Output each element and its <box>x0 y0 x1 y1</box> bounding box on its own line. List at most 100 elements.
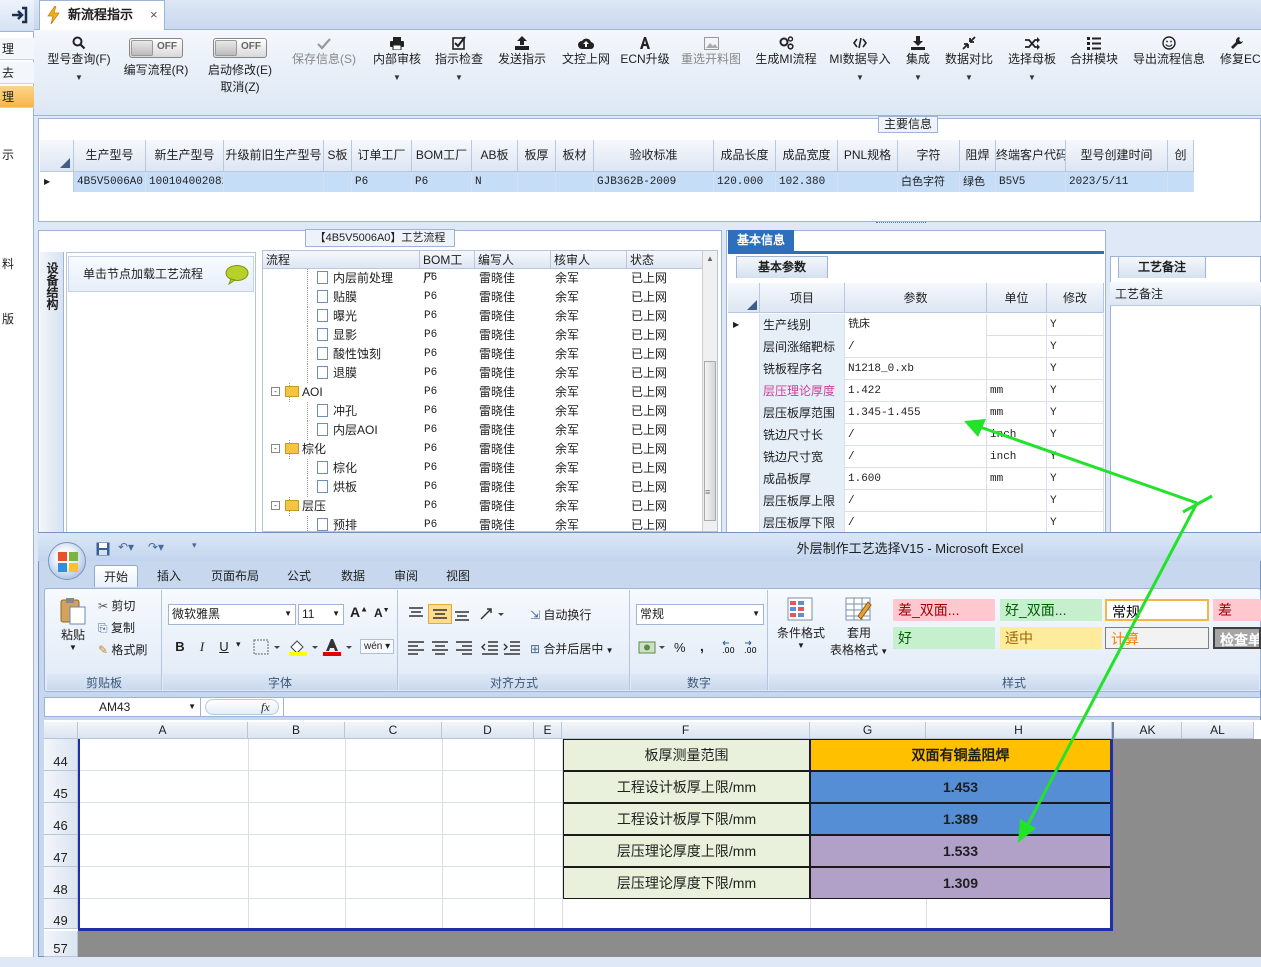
param-param[interactable]: 1.345-1.455 <box>845 402 987 424</box>
ribbon-tab[interactable]: 数据 <box>334 565 372 587</box>
param-row[interactable]: 成品板厚 1.600 mm Y <box>728 468 1104 490</box>
save-icon[interactable] <box>96 542 110 556</box>
param-row[interactable]: 铣板程序名 N1218_0.xb Y <box>728 358 1104 380</box>
cell-style-option[interactable]: 计算 <box>1105 627 1209 649</box>
phonetic-button[interactable]: wén ▾ <box>360 639 395 654</box>
quick-access-toolbar[interactable]: ↶▾ ↷▾ ▾ <box>96 540 206 558</box>
mi-import-button[interactable]: MI数据导入 ▼ <box>828 30 892 116</box>
process-node[interactable]: - AOI <box>271 383 323 402</box>
align-bottom-button[interactable] <box>452 606 472 622</box>
table-row-label[interactable]: 工程设计板厚上限/mm <box>563 771 810 803</box>
process-tree-row[interactable]: 酸性蚀刻 P6 雷晓佳 余军 已上网 <box>263 345 703 364</box>
param-row[interactable]: 层压理论厚度 1.422 mm Y <box>728 380 1104 402</box>
main-cell[interactable] <box>324 172 352 192</box>
column-header[interactable]: AL <box>1182 722 1254 739</box>
align-right-button[interactable] <box>454 640 474 656</box>
model-query-button[interactable]: 型号查询(F) ▼ <box>44 30 114 116</box>
main-cell[interactable]: 白色字符 <box>898 172 960 192</box>
bold-button[interactable]: B <box>170 639 190 654</box>
row-header[interactable]: 46 <box>44 803 78 835</box>
chevron-down-icon[interactable]: ▼ <box>1004 73 1060 82</box>
process-node[interactable]: 预排 <box>317 516 357 531</box>
main-cell[interactable]: 4B5V5006A0 <box>74 172 146 192</box>
process-tree-row[interactable]: 预排 P6 雷晓佳 余军 已上网 <box>263 516 703 531</box>
equipment-structure-tab[interactable]: 设备结构 <box>40 252 64 542</box>
increase-decimal-button[interactable]: .00 <box>722 640 740 656</box>
main-cell[interactable]: 2023/5/11 <box>1066 172 1168 192</box>
undo-icon[interactable]: ↶▾ <box>118 540 134 554</box>
table-header-value[interactable]: 双面有铜盖阻焊 <box>810 739 1111 771</box>
chevron-down-icon[interactable]: ▼ <box>900 73 936 82</box>
param-param[interactable]: / <box>845 490 987 512</box>
merge-module-button[interactable]: 合拼模块 <box>1068 30 1120 116</box>
font-name-select[interactable]: 微软雅黑 ▼ <box>168 604 296 625</box>
process-node[interactable]: 冲孔 <box>317 402 357 421</box>
cell-style-option[interactable]: 好 <box>893 627 995 649</box>
underline-button[interactable]: U <box>214 639 234 654</box>
redo-icon[interactable]: ↷▾ <box>148 540 164 554</box>
shrink-font-button[interactable]: A▼ <box>374 606 390 620</box>
main-col-header[interactable]: 板材 <box>556 140 594 172</box>
param-row[interactable]: 铣边尺寸长 / inch Y <box>728 424 1104 446</box>
row-header[interactable]: 49 <box>44 899 78 929</box>
left-nav-item-selected[interactable]: 理 <box>0 86 34 108</box>
main-cell[interactable] <box>224 172 324 192</box>
row-header[interactable]: 45 <box>44 771 78 803</box>
param-row[interactable]: 层间涨缩靶标 / Y <box>728 336 1104 358</box>
ribbon-tab[interactable]: 插入 <box>150 565 188 587</box>
main-cell[interactable] <box>556 172 594 192</box>
customize-qat-icon[interactable]: ▾ <box>192 540 197 551</box>
conditional-format-button[interactable]: 条件格式 ▼ <box>774 596 828 650</box>
collapse-icon[interactable]: - <box>271 387 280 396</box>
process-tree-row[interactable]: 冲孔 P6 雷晓佳 余军 已上网 <box>263 402 703 421</box>
param-row[interactable]: 层压板厚下限 / Y <box>728 512 1104 534</box>
column-header[interactable]: E <box>534 722 562 739</box>
currency-button[interactable] <box>638 640 666 656</box>
main-cell[interactable] <box>518 172 556 192</box>
column-header[interactable]: F <box>562 722 810 739</box>
process-node[interactable]: 显影 <box>317 326 357 345</box>
cell-style-option[interactable]: 常规 <box>1105 599 1209 621</box>
process-node[interactable]: 曝光 <box>317 307 357 326</box>
cell-style-option[interactable]: 适中 <box>1000 627 1102 649</box>
insert-function-button[interactable]: fx <box>261 698 270 716</box>
tab-basic-params[interactable]: 基本参数 <box>736 256 828 278</box>
param-param[interactable]: / <box>845 336 987 358</box>
main-cell[interactable]: GJB362B-2009 <box>594 172 714 192</box>
row-header[interactable]: 57 <box>44 931 78 957</box>
name-box[interactable]: AM43 ▼ <box>45 698 201 716</box>
param-param[interactable]: N1218_0.xb <box>845 358 987 380</box>
process-node[interactable]: 棕化 <box>317 459 357 478</box>
format-as-table-button[interactable]: 套用 表格格式 ▼ <box>830 596 888 658</box>
formula-input[interactable] <box>283 698 1261 716</box>
tab-new-process[interactable]: 新流程指示 × <box>39 0 165 30</box>
number-format-select[interactable]: 常规 ▼ <box>636 604 764 625</box>
main-cell[interactable] <box>1168 172 1194 192</box>
param-param[interactable]: 1.422 <box>845 380 987 402</box>
param-param[interactable]: 铣床 <box>845 314 987 336</box>
main-col-header[interactable]: 型号创建时间 <box>1066 140 1168 172</box>
param-param[interactable]: / <box>845 446 987 468</box>
format-painter-button[interactable]: ✎ 格式刷 <box>98 641 147 658</box>
ribbon-tab[interactable]: 视图 <box>440 565 476 587</box>
font-color-button[interactable] <box>322 638 352 656</box>
basic-info-title[interactable]: 基本信息 <box>728 230 794 251</box>
table-row-label[interactable]: 层压理论厚度上限/mm <box>563 835 810 867</box>
main-col-header[interactable]: 新生产型号 <box>146 140 224 172</box>
main-cell[interactable]: P6 <box>352 172 412 192</box>
chevron-down-icon[interactable]: ▼ <box>372 73 422 82</box>
process-tree-row[interactable]: - AOI P6 雷晓佳 余军 已上网 <box>263 383 703 402</box>
align-top-button[interactable] <box>406 606 426 622</box>
process-node[interactable]: 贴膜 <box>317 288 357 307</box>
ecn-upgrade-button[interactable]: ECN升级 <box>620 30 670 116</box>
process-node[interactable]: 酸性蚀刻 <box>317 345 381 364</box>
main-col-header[interactable]: 创 <box>1168 140 1194 172</box>
process-tree-row[interactable]: 棕化 P6 雷晓佳 余军 已上网 <box>263 459 703 478</box>
process-tree-row[interactable]: 内层前处理 P6 雷晓佳 余军 已上网 <box>263 269 703 288</box>
decrease-indent-button[interactable] <box>480 640 500 656</box>
align-left-button[interactable] <box>406 640 426 656</box>
process-tree-row[interactable]: 内层AOI P6 雷晓佳 余军 已上网 <box>263 421 703 440</box>
process-tree-row[interactable]: 贴膜 P6 雷晓佳 余军 已上网 <box>263 288 703 307</box>
main-col-header[interactable]: 成品长度 <box>714 140 776 172</box>
cell-style-option[interactable]: 差 <box>1213 599 1261 621</box>
